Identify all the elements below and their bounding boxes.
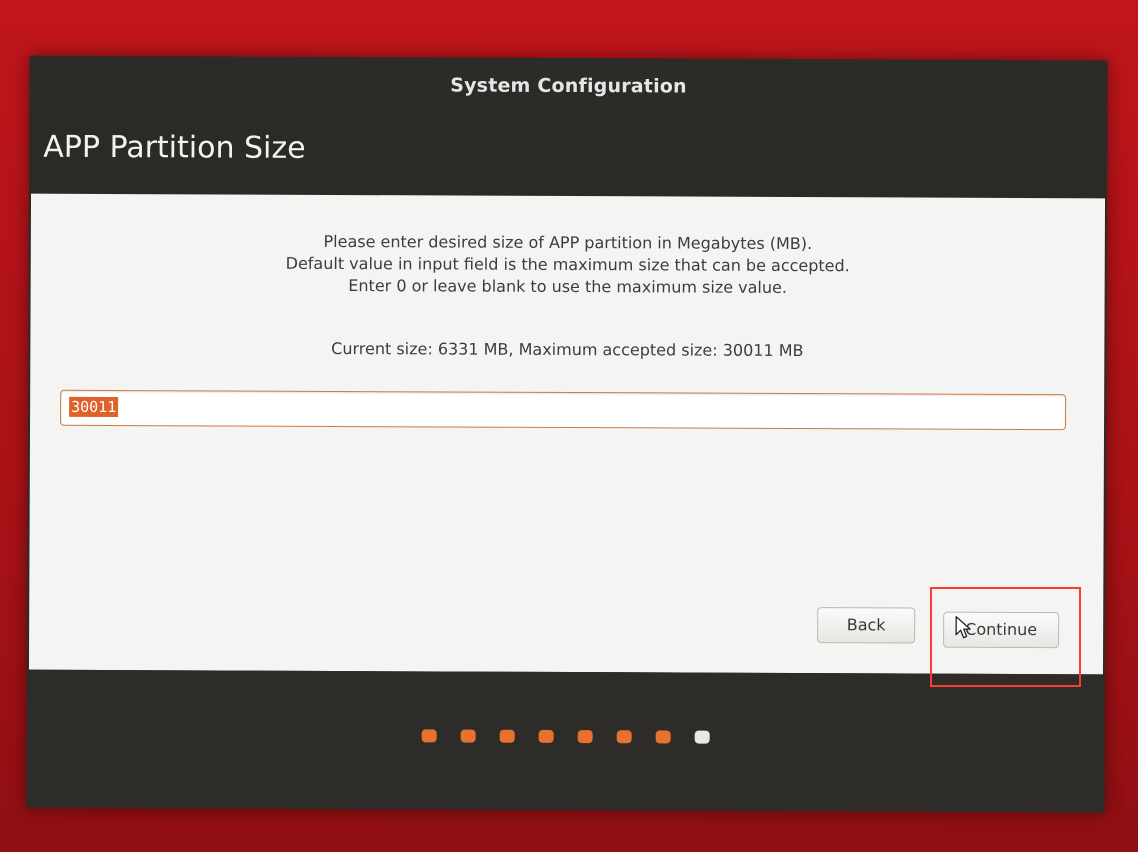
partition-size-input[interactable]: 30011	[60, 389, 1067, 431]
page-title: APP Partition Size	[43, 129, 306, 166]
back-button[interactable]: Back	[817, 607, 916, 644]
progress-dot	[616, 730, 632, 744]
progress-dot	[538, 729, 554, 743]
progress-dot	[577, 730, 593, 744]
installer-window: System Configuration APP Partition Size …	[26, 55, 1108, 813]
continue-highlight-box	[930, 587, 1081, 687]
window-title: System Configuration	[450, 74, 687, 98]
progress-dot	[421, 729, 437, 743]
progress-dot-current	[694, 730, 710, 744]
progress-footer	[26, 669, 1105, 813]
progress-dots	[27, 726, 1105, 750]
instruction-line: Enter 0 or leave blank to use the maximu…	[348, 276, 787, 297]
size-info: Current size: 6331 MB, Maximum accepted …	[331, 338, 804, 361]
progress-dot	[460, 729, 476, 743]
progress-dot	[655, 730, 671, 744]
instructions: Please enter desired size of APP partiti…	[31, 230, 1105, 301]
progress-dot	[499, 729, 515, 743]
partition-size-value: 30011	[69, 396, 119, 418]
